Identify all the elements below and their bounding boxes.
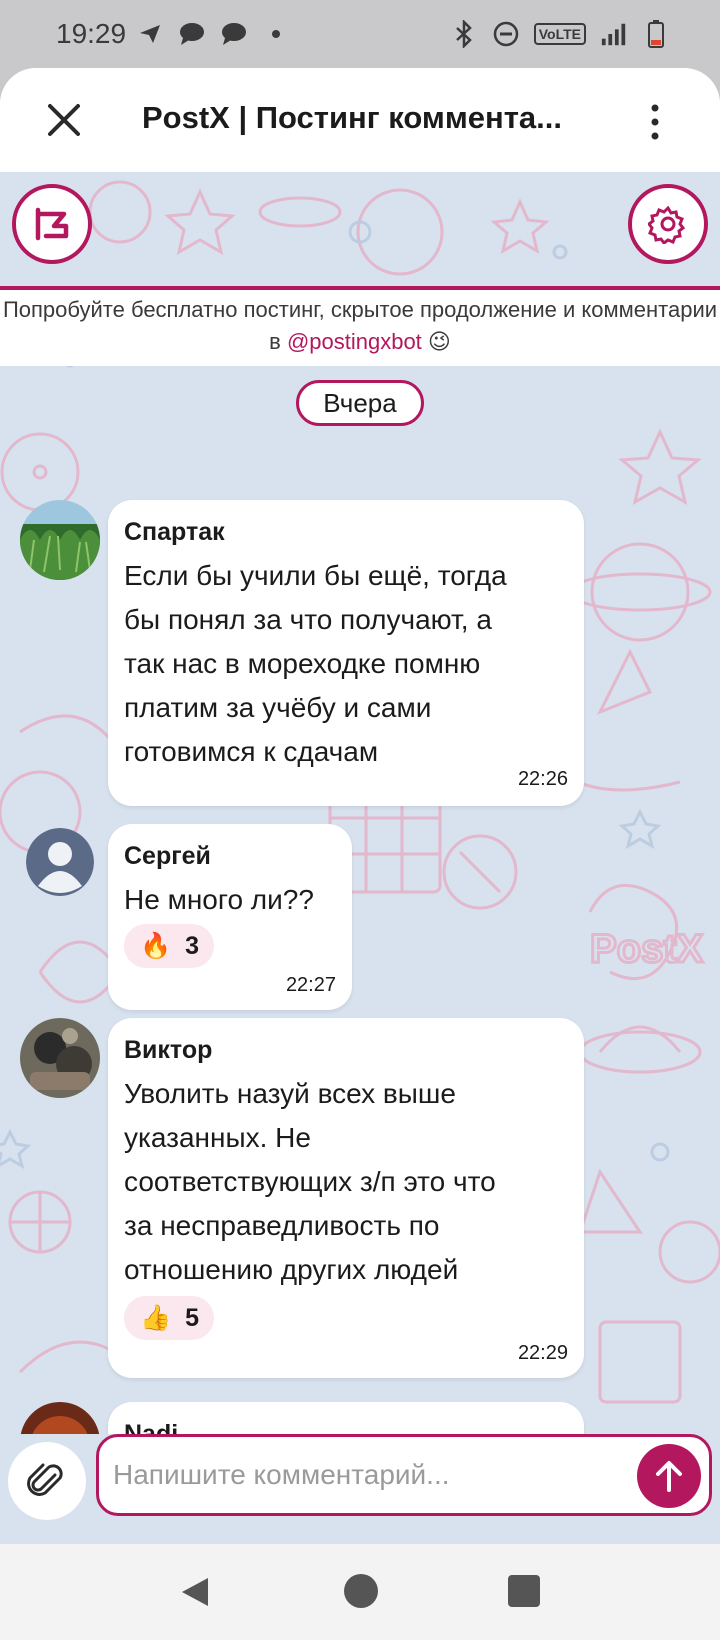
recents-nav-button[interactable]: [508, 1575, 540, 1607]
message-bubble: Сергей Не много ли?? 🔥 3 22:27: [108, 824, 352, 1010]
promo-banner: Попробуйте бесплатно постинг, скрытое пр…: [0, 290, 720, 366]
back-triangle-icon: [182, 1578, 208, 1606]
status-time: 19:29: [56, 18, 127, 49]
telegram-icon: [136, 20, 164, 48]
bluetooth-icon: [450, 20, 478, 48]
close-button[interactable]: [40, 96, 88, 144]
message-time: 22:29: [517, 1342, 568, 1364]
status-bar: 19:29 VoLTE: [0, 0, 720, 70]
message-bubble: Виктор Уволить назуй всех выше указанных…: [108, 1018, 584, 1378]
avatar[interactable]: [20, 500, 100, 580]
more-vertical-icon: [651, 104, 659, 140]
message-author[interactable]: Спартак: [124, 518, 225, 547]
signal-icon: [600, 20, 628, 48]
reaction-chip[interactable]: 🔥 3: [124, 924, 214, 968]
settings-button[interactable]: [628, 184, 708, 264]
message-time: 22:27: [285, 974, 336, 996]
gear-icon: [648, 205, 686, 244]
volte-icon: VoLTE: [533, 23, 586, 45]
chat-area[interactable]: PostX Попробуйте бесплатно постинг, скры…: [0, 172, 720, 1544]
message-item[interactable]: Спартак Если бы учили бы ещё, тогда бы п…: [0, 500, 720, 810]
fire-emoji: 🔥: [140, 931, 172, 960]
reaction-count: 3: [185, 931, 200, 960]
wink-emoji: 😉: [427, 329, 451, 354]
sheet-header: PostX | Постинг коммента...: [0, 68, 720, 172]
back-nav-button[interactable]: [178, 1574, 214, 1610]
webapp-sheet: PostX | Постинг коммента... PostX Попроб…: [0, 68, 720, 1544]
top-button-row: [0, 172, 720, 286]
message-text: Не много ли??: [124, 884, 314, 915]
notification-icons: [136, 20, 290, 48]
avatar[interactable]: [20, 1018, 100, 1098]
message-author[interactable]: Виктор: [124, 1036, 212, 1065]
avatar-image: [20, 500, 100, 580]
home-nav-button[interactable]: [344, 1574, 378, 1608]
date-separator: Вчера: [296, 380, 424, 426]
avatar-image: [20, 1018, 100, 1098]
default-user-icon: [26, 828, 94, 896]
promo-bot-link[interactable]: @postingxbot: [287, 329, 422, 354]
system-nav-bar: [0, 1544, 720, 1640]
paperclip-icon: [27, 1463, 63, 1496]
battery-icon: [642, 20, 670, 48]
arrow-up-icon: [656, 1461, 682, 1492]
message-bubble: Спартак Если бы учили бы ещё, тогда бы п…: [108, 500, 584, 806]
attach-button[interactable]: [8, 1442, 86, 1520]
comment-input-box: [96, 1434, 712, 1516]
reaction-count: 5: [185, 1303, 200, 1332]
system-icons: VoLTE: [450, 20, 670, 48]
more-menu-button[interactable]: [640, 98, 670, 146]
comment-input[interactable]: [113, 1455, 593, 1495]
dnd-icon: [492, 20, 520, 48]
send-button[interactable]: [637, 1444, 701, 1508]
message-author[interactable]: Сергей: [124, 842, 211, 871]
message-time: 22:26: [517, 768, 568, 790]
avatar[interactable]: [26, 828, 94, 896]
postx-logo-icon: [35, 207, 69, 241]
chat-bubble-icon: [178, 20, 206, 48]
dot-icon: [262, 20, 290, 48]
message-item[interactable]: Виктор Уволить назуй всех выше указанных…: [0, 1018, 720, 1384]
message-item[interactable]: Сергей Не много ли?? 🔥 3 22:27: [0, 824, 720, 1014]
postx-logo-button[interactable]: [12, 184, 92, 264]
close-icon: [48, 104, 80, 136]
chat-bubble-icon: [220, 20, 248, 48]
composer: [0, 1434, 720, 1544]
message-text: Если бы учили бы ещё, тогда бы понял за …: [124, 560, 507, 767]
message-text: Уволить назуй всех выше указанных. Не со…: [124, 1078, 496, 1285]
thumbs-up-emoji: 👍: [140, 1303, 172, 1332]
sheet-title: PostX | Постинг коммента...: [142, 100, 563, 135]
reaction-chip[interactable]: 👍 5: [124, 1296, 214, 1340]
